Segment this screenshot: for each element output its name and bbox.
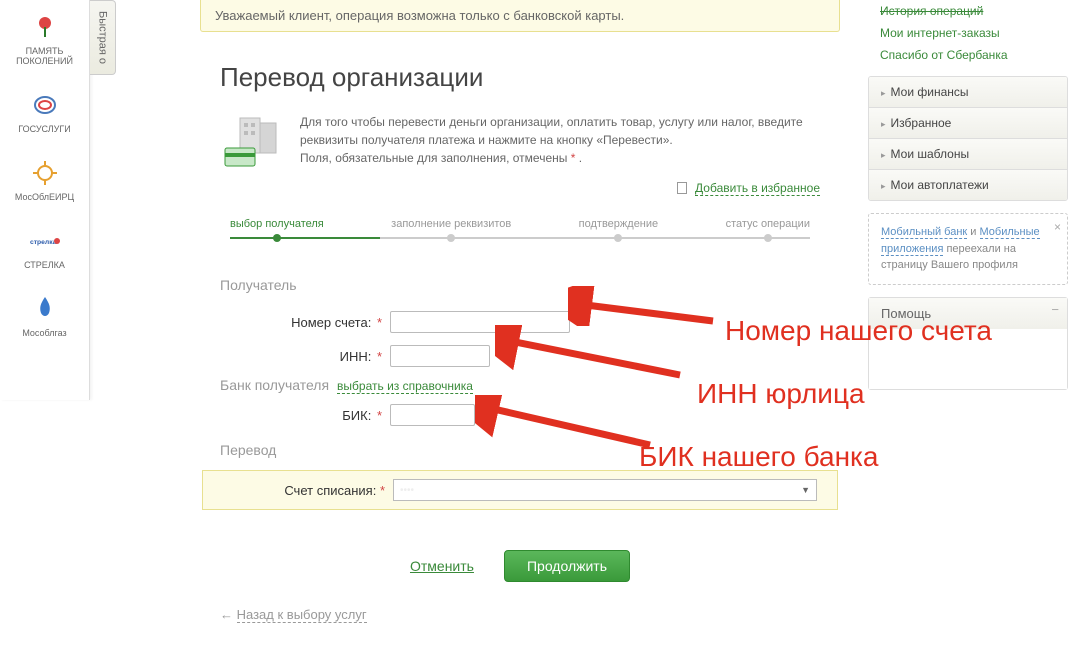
link-orders[interactable]: Мои интернет-заказы: [880, 22, 1056, 44]
help-panel: − Помощь: [868, 297, 1068, 390]
flower-icon: [30, 12, 60, 42]
minimize-icon[interactable]: −: [1051, 302, 1059, 317]
sun-gear-icon: [30, 158, 60, 188]
inn-label: ИНН: *: [220, 349, 390, 364]
accordion-templates[interactable]: Мои шаблоны: [869, 139, 1067, 170]
cancel-link[interactable]: Отменить: [410, 558, 474, 574]
right-sidebar: История операций Мои интернет-заказы Спа…: [868, 0, 1068, 390]
sidebar-label: Мособлгаз: [22, 328, 66, 338]
sidebar-label: ГОСУСЛУГИ: [18, 124, 70, 134]
sidebar-item-mosoblgaz[interactable]: Мособлгаз: [0, 282, 89, 350]
step-status: статус операции: [726, 218, 810, 242]
link-history[interactable]: История операций: [880, 0, 1056, 22]
svg-text:стрелка: стрелка: [30, 239, 57, 246]
gosuslugi-icon: [30, 90, 60, 120]
mobile-bank-link[interactable]: Мобильный банк: [881, 226, 967, 239]
back-link[interactable]: Назад к выбору услуг: [200, 607, 840, 622]
sidebar-label: ПАМЯТЬ ПОКОЛЕНИЙ: [4, 46, 85, 66]
account-label: Номер счета: *: [220, 315, 390, 330]
bik-input[interactable]: [390, 404, 475, 426]
step-confirm: подтверждение: [579, 218, 658, 242]
step-requisites: заполнение реквизитов: [391, 218, 511, 242]
accordion-autopay[interactable]: Мои автоплатежи: [869, 170, 1067, 200]
bookmark-icon: [677, 182, 687, 194]
accordion-favorites[interactable]: Избранное: [869, 108, 1067, 139]
account-input[interactable]: [390, 311, 570, 333]
inn-input[interactable]: [390, 345, 490, 367]
page-title: Перевод организации: [220, 62, 840, 93]
sidebar-label: СТРЕЛКА: [24, 260, 65, 270]
alert-banner: Уважаемый клиент, операция возможна толь…: [200, 0, 840, 32]
add-favorite-link[interactable]: Добавить в избранное: [695, 181, 820, 196]
step-recipient: выбор получателя: [230, 218, 324, 242]
debit-account-label: Счет списания: *: [223, 483, 393, 498]
building-card-icon: [220, 113, 285, 168]
main-content: Уважаемый клиент, операция возможна толь…: [200, 0, 840, 622]
debit-account-select[interactable]: ••••: [393, 479, 817, 501]
section-recipient: Получатель: [200, 267, 840, 305]
sidebar-label: МосОблЕИРЦ: [15, 192, 74, 202]
accordion-menu: Мои финансы Избранное Мои шаблоны Мои ав…: [868, 76, 1068, 201]
fast-payment-tab[interactable]: Быстрая о: [90, 0, 116, 75]
bik-label: БИК: *: [220, 408, 390, 423]
sidebar-item-mosobleirc[interactable]: МосОблЕИРЦ: [0, 146, 89, 214]
gas-flame-icon: [30, 294, 60, 324]
link-thanks[interactable]: Спасибо от Сбербанка: [880, 44, 1056, 66]
help-header[interactable]: Помощь: [869, 298, 1067, 329]
left-service-sidebar: ПАМЯТЬ ПОКОЛЕНИЙ ГОСУСЛУГИ МосОблЕИРЦ ст…: [0, 0, 90, 400]
section-transfer: Перевод: [200, 432, 840, 470]
bank-directory-link[interactable]: выбрать из справочника: [337, 379, 473, 394]
sidebar-item-gosuslugi[interactable]: ГОСУСЛУГИ: [0, 78, 89, 146]
section-bank: Банк получателя: [220, 377, 329, 393]
accordion-finances[interactable]: Мои финансы: [869, 77, 1067, 108]
continue-button[interactable]: Продолжить: [504, 550, 630, 582]
sidebar-item-memory[interactable]: ПАМЯТЬ ПОКОЛЕНИЙ: [0, 0, 89, 78]
intro-text: Для того чтобы перевести деньги организа…: [300, 113, 820, 168]
strelka-icon: стрелка: [30, 226, 60, 256]
info-notice: × Мобильный банк и Мобильные приложения …: [868, 213, 1068, 285]
step-indicator: выбор получателя заполнение реквизитов п…: [200, 203, 840, 267]
sidebar-item-strelka[interactable]: стрелка СТРЕЛКА: [0, 214, 89, 282]
close-icon[interactable]: ×: [1054, 218, 1061, 236]
